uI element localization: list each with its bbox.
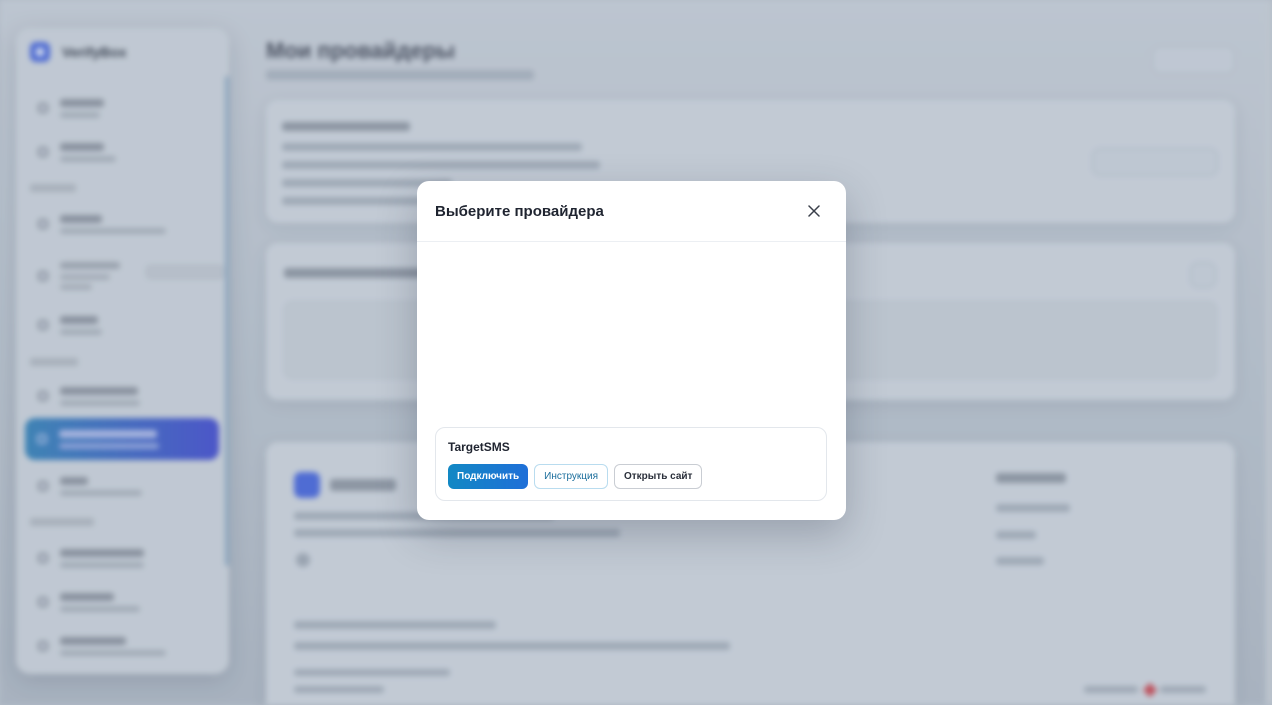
instruction-button[interactable]: Инструкция (534, 464, 608, 489)
provider-select-modal: Выберите провайдера TargetSMS Подключить… (417, 181, 846, 520)
provider-actions: Подключить Инструкция Открыть сайт (448, 464, 703, 489)
modal-header: Выберите провайдера (417, 181, 846, 242)
close-button[interactable] (802, 199, 826, 223)
modal-title: Выберите провайдера (435, 202, 604, 220)
close-icon (808, 205, 820, 217)
provider-card: TargetSMS Подключить Инструкция Открыть … (435, 427, 827, 501)
open-site-button[interactable]: Открыть сайт (614, 464, 703, 489)
connect-button[interactable]: Подключить (448, 464, 529, 489)
provider-name: TargetSMS (448, 440, 510, 454)
